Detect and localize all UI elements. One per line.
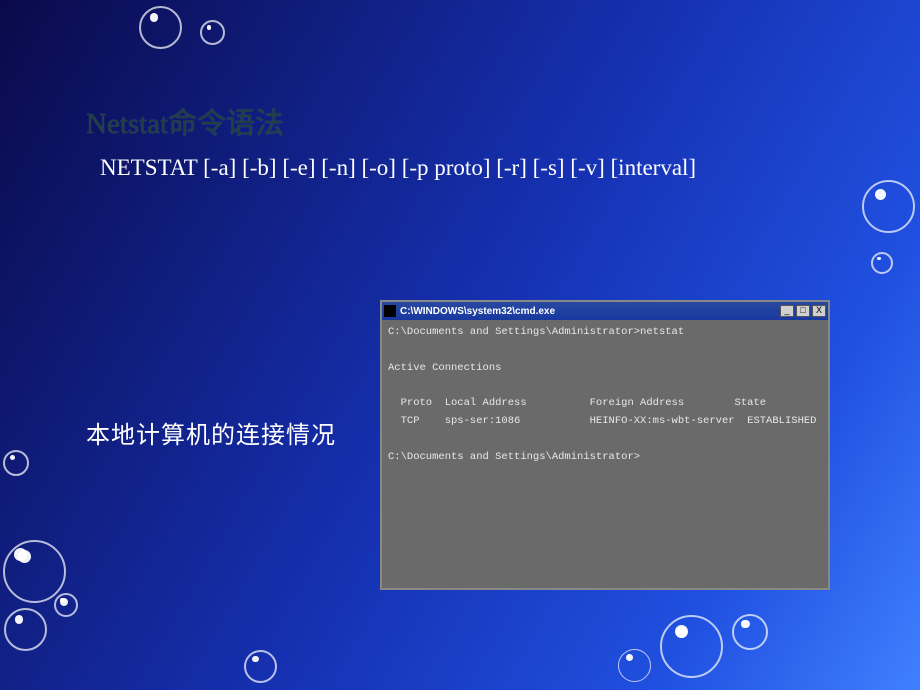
bubble-decor [244, 650, 277, 683]
bubble-decor [60, 598, 68, 606]
bubble-decor [732, 614, 768, 650]
close-button[interactable]: X [812, 305, 826, 317]
bubble-decor [4, 608, 47, 651]
bubble-decor [200, 20, 225, 45]
cmd-output[interactable]: C:\Documents and Settings\Administrator>… [382, 320, 828, 588]
maximize-button[interactable]: □ [796, 305, 810, 317]
bubble-decor [139, 6, 182, 49]
bubble-decor [618, 649, 651, 682]
bubble-decor [676, 627, 687, 638]
bubble-decor [660, 615, 723, 678]
cmd-window: C:\WINDOWS\system32\cmd.exe _ □ X C:\Doc… [380, 300, 830, 590]
slide-caption: 本地计算机的连接情况 [86, 415, 336, 450]
cmd-app-icon [384, 305, 396, 317]
bubble-decor [3, 450, 29, 476]
bubble-decor [862, 180, 915, 233]
bubble-decor [3, 540, 66, 603]
bubble-decor [14, 548, 27, 561]
syntax-line: NETSTAT [-a] [-b] [-e] [-n] [-o] [-p pro… [100, 155, 696, 181]
minimize-button[interactable]: _ [780, 305, 794, 317]
bubble-decor [871, 252, 893, 274]
slide-title: Netstat命令语法 [86, 100, 284, 142]
cmd-titlebar[interactable]: C:\WINDOWS\system32\cmd.exe _ □ X [382, 302, 828, 320]
cmd-window-title: C:\WINDOWS\system32\cmd.exe [400, 306, 555, 317]
bubble-decor [742, 620, 750, 628]
